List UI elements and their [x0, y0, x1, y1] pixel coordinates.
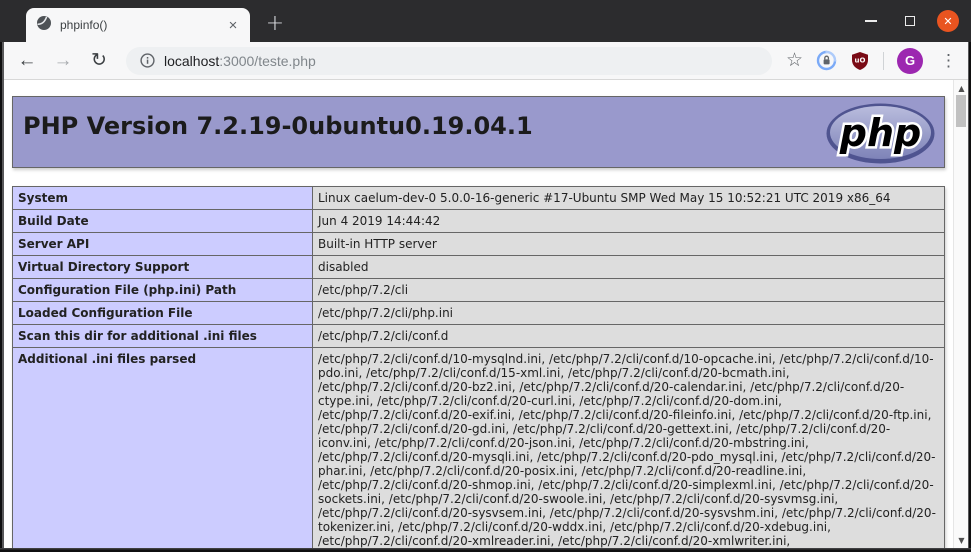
globe-icon	[36, 15, 52, 36]
back-button[interactable]: ←	[14, 48, 40, 74]
table-row: Server API Built-in HTTP server	[13, 233, 945, 256]
table-row: Configuration File (php.ini) Path /etc/p…	[13, 279, 945, 302]
php-info-table: System Linux caelum-dev-0 5.0.0-16-gener…	[12, 186, 945, 552]
window-edge-bottom	[0, 548, 971, 552]
minimize-icon	[865, 20, 877, 22]
php-logo[interactable]: php	[824, 102, 937, 169]
scroll-up-icon[interactable]: ▲	[954, 81, 968, 95]
info-value: Jun 4 2019 14:44:42	[313, 210, 945, 233]
minimize-button[interactable]	[859, 9, 883, 33]
info-label: Server API	[13, 233, 313, 256]
table-row: Loaded Configuration File /etc/php/7.2/c…	[13, 302, 945, 325]
page-viewport: PHP Version 7.2.19-0ubuntu0.19.04.1 php	[4, 80, 968, 552]
close-window-button[interactable]: ✕	[937, 10, 959, 32]
page-title: PHP Version 7.2.19-0ubuntu0.19.04.1	[23, 112, 533, 140]
php-version-header: PHP Version 7.2.19-0ubuntu0.19.04.1 php	[12, 96, 945, 168]
vertical-scrollbar[interactable]: ▲ ▼	[953, 80, 968, 548]
php-logo-text: php	[839, 111, 921, 155]
browser-window: phpinfo() × + ✕ ← → ↻ localhost:3000/tes…	[0, 0, 971, 552]
browser-toolbar: ← → ↻ localhost:3000/teste.php ☆	[0, 42, 971, 80]
toolbar-divider	[883, 52, 884, 70]
info-value: disabled	[313, 256, 945, 279]
window-controls: ✕	[859, 0, 959, 42]
info-label: Additional .ini files parsed	[13, 348, 313, 552]
url-text: localhost:3000/teste.php	[164, 53, 316, 69]
privacy-extension-icon[interactable]	[816, 50, 837, 71]
info-value: /etc/php/7.2/cli/conf.d	[313, 325, 945, 348]
window-edge-left	[0, 42, 4, 552]
info-label: Virtual Directory Support	[13, 256, 313, 279]
info-value: Linux caelum-dev-0 5.0.0-16-generic #17-…	[313, 187, 945, 210]
info-label: Loaded Configuration File	[13, 302, 313, 325]
table-row: Virtual Directory Support disabled	[13, 256, 945, 279]
address-bar[interactable]: localhost:3000/teste.php	[126, 47, 772, 75]
scrollbar-thumb[interactable]	[956, 95, 966, 127]
svg-text:uO: uO	[855, 56, 866, 64]
url-host: localhost	[164, 53, 219, 69]
table-row: System Linux caelum-dev-0 5.0.0-16-gener…	[13, 187, 945, 210]
info-value: /etc/php/7.2/cli	[313, 279, 945, 302]
info-label: Build Date	[13, 210, 313, 233]
info-value: /etc/php/7.2/cli/php.ini	[313, 302, 945, 325]
forward-button[interactable]: →	[50, 48, 76, 74]
maximize-button[interactable]	[898, 9, 922, 33]
profile-avatar[interactable]: G	[897, 48, 923, 74]
url-path: :3000/teste.php	[219, 53, 316, 69]
info-label: System	[13, 187, 313, 210]
scroll-down-icon[interactable]: ▼	[954, 533, 968, 547]
table-row: Build Date Jun 4 2019 14:44:42	[13, 210, 945, 233]
reload-button[interactable]: ↻	[86, 48, 112, 74]
info-value: Built-in HTTP server	[313, 233, 945, 256]
table-row: Scan this dir for additional .ini files …	[13, 325, 945, 348]
info-value: /etc/php/7.2/cli/conf.d/10-mysqlnd.ini, …	[313, 348, 945, 552]
tab-close-icon[interactable]: ×	[224, 16, 242, 34]
maximize-icon	[905, 16, 915, 26]
toolbar-right-cluster: ☆ uO G ⋮	[786, 48, 961, 74]
tab-phpinfo[interactable]: phpinfo() ×	[26, 8, 250, 42]
browser-menu-icon[interactable]: ⋮	[936, 51, 961, 71]
phpinfo-page: PHP Version 7.2.19-0ubuntu0.19.04.1 php	[12, 96, 945, 552]
bookmark-star-icon[interactable]: ☆	[786, 51, 803, 70]
new-tab-button[interactable]: +	[260, 8, 290, 38]
info-label: Configuration File (php.ini) Path	[13, 279, 313, 302]
tab-strip: phpinfo() × + ✕	[0, 0, 971, 42]
info-label: Scan this dir for additional .ini files	[13, 325, 313, 348]
table-row: Additional .ini files parsed /etc/php/7.…	[13, 348, 945, 552]
tab-title: phpinfo()	[60, 18, 216, 32]
ublock-shield-icon[interactable]: uO	[850, 51, 870, 71]
page-info-icon[interactable]	[140, 53, 155, 68]
